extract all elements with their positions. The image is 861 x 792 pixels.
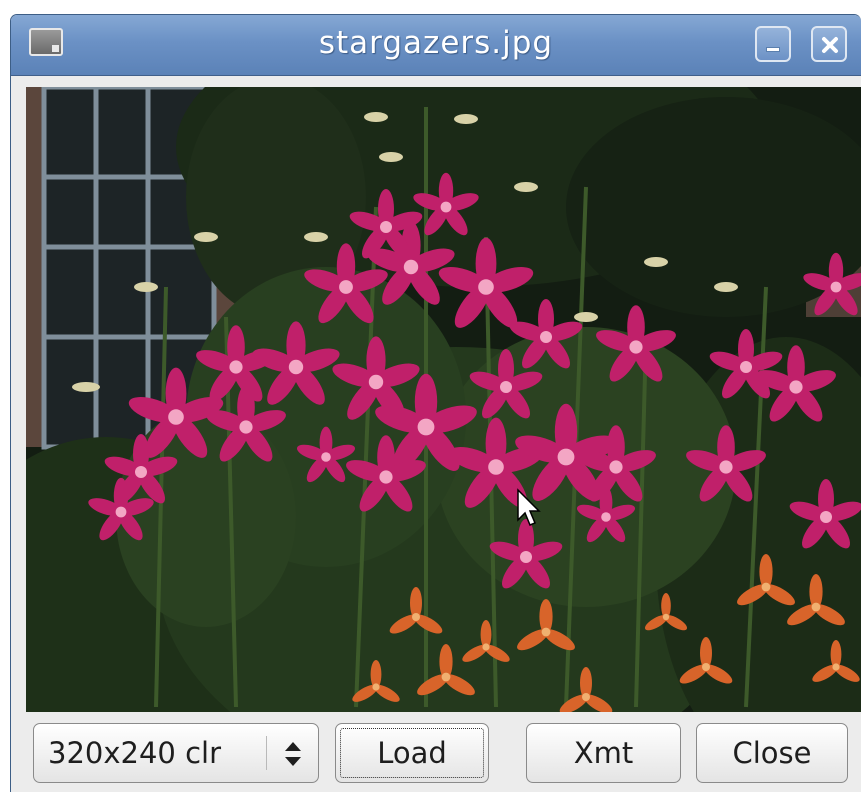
close-window-button[interactable] bbox=[811, 26, 847, 62]
close-button-label: Close bbox=[732, 736, 812, 770]
resolution-value: 320x240 clr bbox=[48, 736, 222, 770]
photo-content bbox=[26, 87, 861, 712]
minimize-button[interactable] bbox=[755, 26, 791, 62]
xmt-button[interactable]: Xmt bbox=[526, 723, 681, 783]
mouse-pointer-icon bbox=[517, 488, 541, 526]
title-bar[interactable]: stargazers.jpg bbox=[11, 15, 861, 76]
up-down-arrows-icon bbox=[285, 742, 301, 766]
close-icon bbox=[822, 37, 838, 53]
window-title: stargazers.jpg bbox=[318, 25, 554, 61]
image-view bbox=[26, 87, 861, 712]
resolution-select[interactable]: 320x240 clr bbox=[33, 723, 319, 783]
close-button[interactable]: Close bbox=[696, 723, 848, 783]
focus-ring bbox=[340, 728, 484, 778]
load-button[interactable]: Load bbox=[335, 723, 489, 783]
app-window: stargazers.jpg 320x240 clr Load Xmt Clos… bbox=[10, 14, 861, 792]
xmt-button-label: Xmt bbox=[573, 736, 634, 770]
combo-separator bbox=[266, 736, 267, 770]
